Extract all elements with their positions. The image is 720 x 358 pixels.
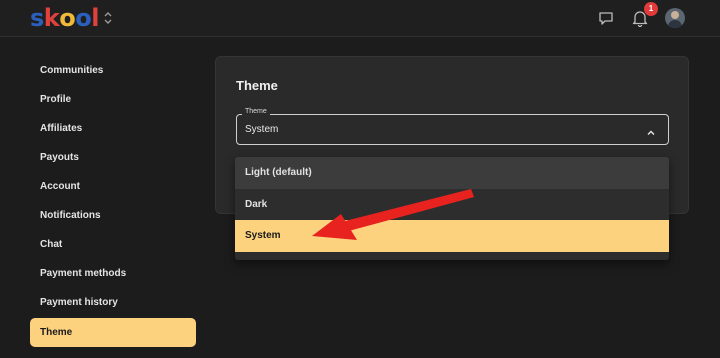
community-switcher-icon[interactable]: [102, 10, 114, 26]
panel-title: Theme: [236, 78, 278, 93]
avatar-head: [671, 11, 679, 19]
chevron-up-icon[interactable]: [646, 125, 656, 136]
avatar-body: [668, 20, 682, 28]
settings-sidebar: Communities Profile Affiliates Payouts A…: [30, 56, 196, 347]
avatar[interactable]: [665, 8, 685, 28]
option-dark[interactable]: Dark: [235, 189, 669, 221]
skool-logo[interactable]: skool: [30, 4, 99, 32]
chat-icon[interactable]: [598, 10, 614, 26]
sidebar-item-chat[interactable]: Chat: [30, 230, 196, 259]
sidebar-item-profile[interactable]: Profile: [30, 85, 196, 114]
notification-badge: 1: [644, 2, 658, 16]
sidebar-item-account[interactable]: Account: [30, 172, 196, 201]
option-light[interactable]: Light (default): [235, 157, 669, 189]
theme-select-value: System: [245, 124, 279, 135]
theme-select-label: Theme: [242, 108, 270, 115]
logo-letter-s: s: [30, 4, 44, 32]
sidebar-item-theme[interactable]: Theme: [30, 318, 196, 347]
theme-dropdown-menu: Light (default) Dark System: [235, 157, 669, 260]
logo-letter-l: l: [91, 4, 99, 32]
sidebar-item-payment-history[interactable]: Payment history: [30, 288, 196, 317]
sidebar-item-payment-methods[interactable]: Payment methods: [30, 259, 196, 288]
theme-select[interactable]: Theme System: [236, 108, 669, 145]
logo-letter-o1: o: [59, 4, 76, 32]
top-bar: skool 1: [0, 0, 720, 37]
sidebar-item-notifications[interactable]: Notifications: [30, 201, 196, 230]
logo-letter-o2: o: [75, 4, 92, 32]
sidebar-item-payouts[interactable]: Payouts: [30, 143, 196, 172]
sidebar-item-affiliates[interactable]: Affiliates: [30, 114, 196, 143]
option-system[interactable]: System: [235, 220, 669, 252]
logo-letter-k: k: [43, 4, 60, 32]
sidebar-item-communities[interactable]: Communities: [30, 56, 196, 85]
